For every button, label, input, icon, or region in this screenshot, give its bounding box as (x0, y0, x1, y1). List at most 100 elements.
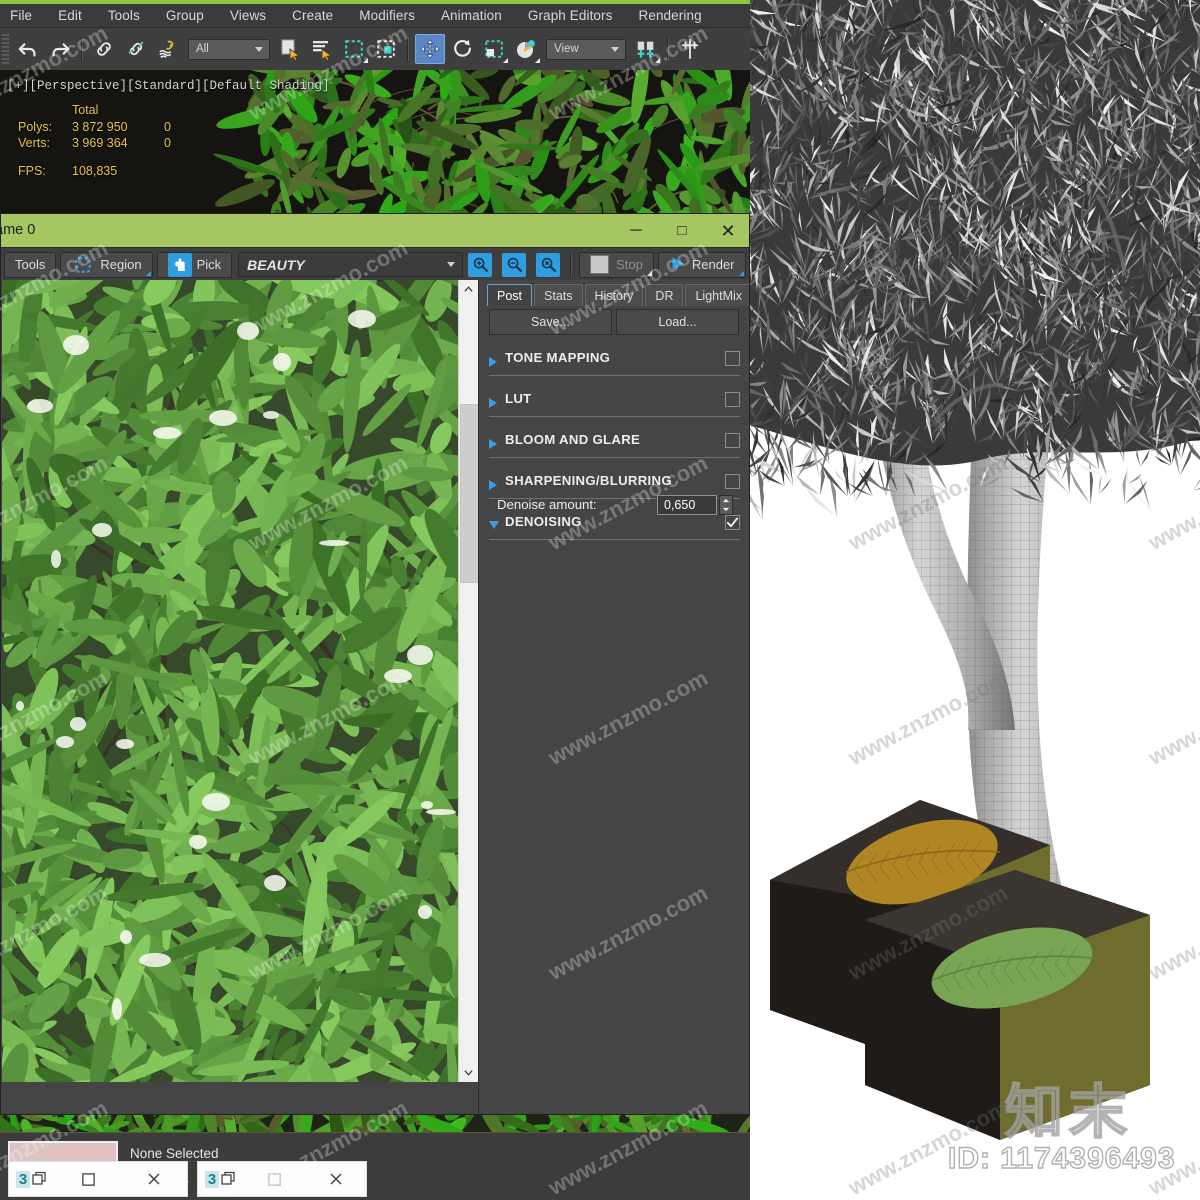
window-crossing-icon[interactable] (371, 34, 401, 64)
align-icon[interactable] (675, 34, 705, 64)
rollout-checkbox[interactable] (725, 433, 740, 448)
rollout-divider (489, 457, 740, 458)
menu-item-animation[interactable]: Animation (441, 8, 502, 23)
maximize-icon[interactable]: □ (659, 214, 705, 247)
zoom-reset-icon (536, 252, 561, 277)
rect-selection-region-icon[interactable] (339, 34, 369, 64)
tab-post[interactable]: Post (487, 284, 533, 306)
maximize-icon-2[interactable] (244, 1172, 305, 1187)
pick-button[interactable]: Pick (156, 251, 233, 278)
toolbar-separator-3 (667, 37, 669, 61)
chevron-down-icon[interactable] (489, 521, 499, 529)
select-and-scale-icon[interactable] (479, 34, 509, 64)
close-icon[interactable]: ✕ (705, 214, 749, 247)
menu-item-label: File (10, 8, 33, 23)
rollout-divider (489, 416, 740, 417)
close-icon-1[interactable] (121, 1171, 187, 1187)
redo-icon[interactable] (45, 34, 75, 64)
denoise-amount-spinner[interactable] (719, 495, 733, 515)
menu-item-group[interactable]: Group (166, 8, 204, 23)
rollout-tone-mapping[interactable]: TONE MAPPING (487, 346, 743, 380)
menu-item-tools[interactable]: Tools (108, 8, 140, 23)
scroll-up-icon[interactable] (459, 280, 478, 299)
select-object-icon[interactable] (275, 34, 305, 64)
stats-label-fps: FPS: (18, 164, 46, 178)
close-icon-2[interactable] (305, 1171, 366, 1187)
load-button[interactable]: Load... (616, 309, 739, 335)
render-button[interactable]: Render (657, 251, 746, 278)
zoom-out-button[interactable] (499, 252, 529, 278)
toolbar-gripper[interactable] (2, 34, 9, 64)
zoom-reset-button[interactable] (533, 252, 563, 278)
bind-spacewarp-icon[interactable] (153, 34, 183, 64)
stop-square-icon (590, 255, 610, 274)
selection-filter-combo[interactable]: All (188, 38, 270, 60)
chevron-right-icon[interactable] (489, 480, 497, 490)
use-pivot-center-icon[interactable] (631, 34, 661, 64)
stats-selected-verts: 0 (164, 136, 171, 150)
tab-history[interactable]: History (584, 284, 644, 306)
rollout-bloom-and-glare[interactable]: BLOOM AND GLARE (487, 428, 743, 462)
select-link-icon[interactable] (89, 34, 119, 64)
window-control-strip-2: 3 (197, 1161, 367, 1197)
region-flyout-flag (145, 270, 151, 276)
rollout-checkbox[interactable] (725, 351, 740, 366)
tools-button[interactable]: Tools (4, 251, 57, 278)
rollout-lut[interactable]: LUT (487, 387, 743, 421)
stop-button[interactable]: Stop (579, 251, 654, 278)
stats-row-polys: Polys: 3 872 950 0 (18, 120, 194, 134)
select-and-move-icon[interactable] (415, 34, 445, 64)
tab-label: History (594, 288, 634, 303)
tab-label: DR (655, 288, 674, 303)
rendered-image[interactable] (2, 280, 458, 1082)
denoise-amount-input[interactable]: 0,650 (657, 495, 717, 515)
save-button[interactable]: Save... (489, 309, 612, 335)
menu-item-rendering[interactable]: Rendering (638, 8, 701, 23)
pick-label: Pick (196, 257, 222, 272)
chevron-right-icon[interactable] (489, 357, 497, 367)
undo-icon[interactable] (13, 34, 43, 64)
zoom-in-button[interactable] (465, 252, 495, 278)
menu-item-views[interactable]: Views (230, 8, 266, 23)
rollout-checkbox[interactable] (725, 515, 740, 530)
rollout-divider (489, 539, 740, 540)
stats-row-fps: FPS: 108,835 (18, 164, 194, 178)
main-toolbar: All View (0, 28, 750, 71)
rollout-label: BLOOM AND GLARE (505, 432, 641, 447)
chevron-down-icon-2 (611, 46, 619, 52)
select-by-name-icon[interactable] (307, 34, 337, 64)
rollout-label: DENOISING (505, 514, 582, 529)
rollout-checkbox[interactable] (725, 474, 740, 489)
menu-item-graph-editors[interactable]: Graph Editors (528, 8, 613, 23)
menu-item-create[interactable]: Create (292, 8, 333, 23)
menu-item-edit[interactable]: Edit (58, 8, 82, 23)
vscrollbar-thumb[interactable] (460, 404, 479, 583)
minimize-icon[interactable]: ─ (613, 214, 659, 247)
rollout-checkbox[interactable] (725, 392, 740, 407)
menu-item-file[interactable]: File (10, 8, 32, 23)
perspective-viewport[interactable]: [+][Perspective][Standard][Default Shadi… (0, 70, 750, 222)
select-and-rotate-icon[interactable] (447, 34, 477, 64)
render-window-titlebar[interactable]: ame 0 ─ □ ✕ (1, 214, 749, 247)
select-and-place-icon[interactable] (511, 34, 541, 64)
menu-item-label: Modifiers (359, 8, 415, 23)
tab-stats[interactable]: Stats (534, 284, 583, 306)
render-image-vscrollbar[interactable] (458, 280, 479, 1082)
rollout-denoising[interactable]: DENOISING (487, 510, 743, 544)
tab-dr[interactable]: DR (645, 284, 684, 306)
scroll-down-icon[interactable] (459, 1063, 478, 1082)
maximize-icon-1[interactable] (55, 1172, 121, 1187)
stats-total-polys: 3 872 950 (72, 120, 128, 134)
tab-lightmix[interactable]: LightMix (685, 284, 749, 306)
render-channel-combo[interactable]: BEAUTY (238, 252, 464, 277)
viewport-label[interactable]: [+][Perspective][Standard][Default Shadi… (7, 79, 330, 93)
chevron-right-icon[interactable] (489, 398, 497, 408)
region-button[interactable]: Region (60, 251, 153, 278)
menu-item-modifiers[interactable]: Modifiers (359, 8, 415, 23)
max-app-icon-2[interactable]: 3 (198, 1170, 244, 1188)
chevron-right-icon[interactable] (489, 439, 497, 449)
unlink-icon[interactable] (121, 34, 151, 64)
max-app-icon-1[interactable]: 3 (9, 1170, 55, 1188)
chevron-down-icon-3 (447, 262, 456, 267)
reference-coordinate-combo[interactable]: View (546, 38, 626, 60)
